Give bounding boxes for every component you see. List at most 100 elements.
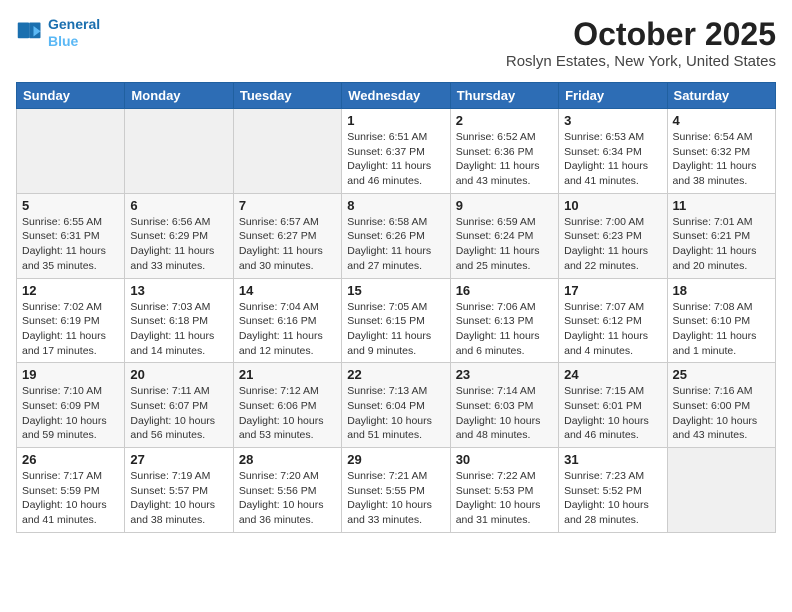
day-number: 17 (564, 283, 661, 298)
calendar-cell: 2 Sunrise: 6:52 AM Sunset: 6:36 PM Daylig… (450, 109, 558, 194)
calendar: SundayMondayTuesdayWednesdayThursdayFrid… (16, 82, 776, 533)
day-number: 16 (456, 283, 553, 298)
day-number: 30 (456, 452, 553, 467)
day-info: Sunrise: 6:52 AM Sunset: 6:36 PM Dayligh… (456, 130, 553, 189)
calendar-week-row: 5 Sunrise: 6:55 AM Sunset: 6:31 PM Daylig… (17, 193, 776, 278)
calendar-cell: 17 Sunrise: 7:07 AM Sunset: 6:12 PM Dayli… (559, 278, 667, 363)
day-of-week-header: Wednesday (342, 83, 450, 109)
calendar-cell: 23 Sunrise: 7:14 AM Sunset: 6:03 PM Dayli… (450, 363, 558, 448)
day-number: 15 (347, 283, 444, 298)
day-info: Sunrise: 7:00 AM Sunset: 6:23 PM Dayligh… (564, 215, 661, 274)
calendar-cell (233, 109, 341, 194)
day-info: Sunrise: 7:07 AM Sunset: 6:12 PM Dayligh… (564, 300, 661, 359)
day-number: 12 (22, 283, 119, 298)
day-number: 5 (22, 198, 119, 213)
day-info: Sunrise: 6:53 AM Sunset: 6:34 PM Dayligh… (564, 130, 661, 189)
calendar-week-row: 1Sunrise: 6:51 AM Sunset: 6:37 PM Daylig… (17, 109, 776, 194)
calendar-cell: 31 Sunrise: 7:23 AM Sunset: 5:52 PM Dayli… (559, 448, 667, 533)
location: Roslyn Estates, New York, United States (506, 53, 776, 70)
day-of-week-header: Monday (125, 83, 233, 109)
calendar-week-row: 19 Sunrise: 7:10 AM Sunset: 6:09 PM Dayli… (17, 363, 776, 448)
day-info: Sunrise: 7:03 AM Sunset: 6:18 PM Dayligh… (130, 300, 227, 359)
day-number: 29 (347, 452, 444, 467)
day-number: 3 (564, 113, 661, 128)
day-info: Sunrise: 7:17 AM Sunset: 5:59 PM Dayligh… (22, 469, 119, 528)
calendar-cell: 15Sunrise: 7:05 AM Sunset: 6:15 PM Dayli… (342, 278, 450, 363)
calendar-cell (667, 448, 775, 533)
month-title: October 2025 (506, 16, 776, 53)
day-of-week-header: Tuesday (233, 83, 341, 109)
logo: General Blue (16, 16, 100, 50)
day-info: Sunrise: 7:22 AM Sunset: 5:53 PM Dayligh… (456, 469, 553, 528)
day-info: Sunrise: 7:08 AM Sunset: 6:10 PM Dayligh… (673, 300, 770, 359)
calendar-cell: 24 Sunrise: 7:15 AM Sunset: 6:01 PM Dayli… (559, 363, 667, 448)
day-of-week-header: Thursday (450, 83, 558, 109)
day-info: Sunrise: 6:55 AM Sunset: 6:31 PM Dayligh… (22, 215, 119, 274)
logo-icon (16, 19, 44, 47)
calendar-cell: 14Sunrise: 7:04 AM Sunset: 6:16 PM Dayli… (233, 278, 341, 363)
calendar-week-row: 26Sunrise: 7:17 AM Sunset: 5:59 PM Dayli… (17, 448, 776, 533)
day-number: 27 (130, 452, 227, 467)
day-info: Sunrise: 7:23 AM Sunset: 5:52 PM Dayligh… (564, 469, 661, 528)
calendar-cell: 30 Sunrise: 7:22 AM Sunset: 5:53 PM Dayli… (450, 448, 558, 533)
page-header: General Blue October 2025 Roslyn Estates… (16, 16, 776, 70)
day-number: 1 (347, 113, 444, 128)
calendar-week-row: 12 Sunrise: 7:02 AM Sunset: 6:19 PM Dayli… (17, 278, 776, 363)
day-of-week-header: Saturday (667, 83, 775, 109)
day-number: 18 (673, 283, 770, 298)
calendar-cell: 21Sunrise: 7:12 AM Sunset: 6:06 PM Dayli… (233, 363, 341, 448)
calendar-cell: 12 Sunrise: 7:02 AM Sunset: 6:19 PM Dayli… (17, 278, 125, 363)
calendar-header-row: SundayMondayTuesdayWednesdayThursdayFrid… (17, 83, 776, 109)
day-info: Sunrise: 7:20 AM Sunset: 5:56 PM Dayligh… (239, 469, 336, 528)
day-info: Sunrise: 7:15 AM Sunset: 6:01 PM Dayligh… (564, 384, 661, 443)
day-info: Sunrise: 7:04 AM Sunset: 6:16 PM Dayligh… (239, 300, 336, 359)
day-number: 25 (673, 367, 770, 382)
day-number: 22 (347, 367, 444, 382)
day-number: 19 (22, 367, 119, 382)
day-number: 23 (456, 367, 553, 382)
day-info: Sunrise: 7:02 AM Sunset: 6:19 PM Dayligh… (22, 300, 119, 359)
day-number: 24 (564, 367, 661, 382)
calendar-cell: 8 Sunrise: 6:58 AM Sunset: 6:26 PM Daylig… (342, 193, 450, 278)
calendar-cell (17, 109, 125, 194)
day-of-week-header: Friday (559, 83, 667, 109)
day-number: 20 (130, 367, 227, 382)
calendar-cell: 6 Sunrise: 6:56 AM Sunset: 6:29 PM Daylig… (125, 193, 233, 278)
day-number: 6 (130, 198, 227, 213)
day-info: Sunrise: 7:14 AM Sunset: 6:03 PM Dayligh… (456, 384, 553, 443)
calendar-cell: 13 Sunrise: 7:03 AM Sunset: 6:18 PM Dayli… (125, 278, 233, 363)
calendar-cell: 16 Sunrise: 7:06 AM Sunset: 6:13 PM Dayli… (450, 278, 558, 363)
calendar-cell: 22Sunrise: 7:13 AM Sunset: 6:04 PM Dayli… (342, 363, 450, 448)
day-number: 13 (130, 283, 227, 298)
day-number: 31 (564, 452, 661, 467)
day-info: Sunrise: 6:58 AM Sunset: 6:26 PM Dayligh… (347, 215, 444, 274)
calendar-cell: 20 Sunrise: 7:11 AM Sunset: 6:07 PM Dayli… (125, 363, 233, 448)
calendar-cell: 18 Sunrise: 7:08 AM Sunset: 6:10 PM Dayli… (667, 278, 775, 363)
day-info: Sunrise: 7:06 AM Sunset: 6:13 PM Dayligh… (456, 300, 553, 359)
day-number: 11 (673, 198, 770, 213)
day-number: 21 (239, 367, 336, 382)
calendar-cell: 19 Sunrise: 7:10 AM Sunset: 6:09 PM Dayli… (17, 363, 125, 448)
day-info: Sunrise: 7:21 AM Sunset: 5:55 PM Dayligh… (347, 469, 444, 528)
calendar-cell (125, 109, 233, 194)
day-number: 7 (239, 198, 336, 213)
day-info: Sunrise: 7:16 AM Sunset: 6:00 PM Dayligh… (673, 384, 770, 443)
day-info: Sunrise: 7:10 AM Sunset: 6:09 PM Dayligh… (22, 384, 119, 443)
title-section: October 2025 Roslyn Estates, New York, U… (506, 16, 776, 70)
day-info: Sunrise: 7:19 AM Sunset: 5:57 PM Dayligh… (130, 469, 227, 528)
day-number: 9 (456, 198, 553, 213)
day-info: Sunrise: 7:11 AM Sunset: 6:07 PM Dayligh… (130, 384, 227, 443)
day-number: 8 (347, 198, 444, 213)
calendar-cell: 7 Sunrise: 6:57 AM Sunset: 6:27 PM Daylig… (233, 193, 341, 278)
calendar-cell: 25 Sunrise: 7:16 AM Sunset: 6:00 PM Dayli… (667, 363, 775, 448)
calendar-cell: 27 Sunrise: 7:19 AM Sunset: 5:57 PM Dayli… (125, 448, 233, 533)
calendar-cell: 29 Sunrise: 7:21 AM Sunset: 5:55 PM Dayli… (342, 448, 450, 533)
day-number: 28 (239, 452, 336, 467)
day-info: Sunrise: 6:57 AM Sunset: 6:27 PM Dayligh… (239, 215, 336, 274)
calendar-cell: 28 Sunrise: 7:20 AM Sunset: 5:56 PM Dayli… (233, 448, 341, 533)
calendar-cell: 26Sunrise: 7:17 AM Sunset: 5:59 PM Dayli… (17, 448, 125, 533)
day-info: Sunrise: 6:59 AM Sunset: 6:24 PM Dayligh… (456, 215, 553, 274)
day-info: Sunrise: 6:56 AM Sunset: 6:29 PM Dayligh… (130, 215, 227, 274)
day-number: 2 (456, 113, 553, 128)
day-number: 10 (564, 198, 661, 213)
